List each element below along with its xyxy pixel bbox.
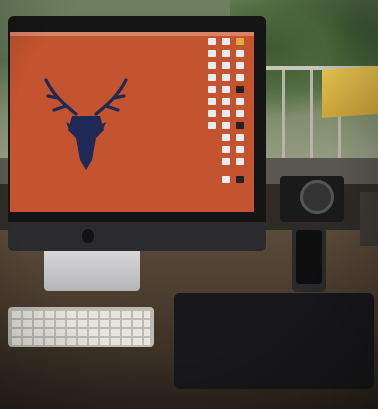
desktop-file-icon[interactable] [222, 86, 230, 93]
desktop-file-icon[interactable] [236, 134, 244, 141]
apple-logo-icon [82, 229, 94, 243]
desktop-file-icon[interactable] [208, 62, 216, 69]
desktop-file-icon[interactable] [222, 176, 230, 183]
desktop-file-icon[interactable] [236, 86, 244, 93]
phone [296, 230, 322, 284]
desktop-file-icon[interactable] [208, 74, 216, 81]
desktop-file-icon[interactable] [236, 74, 244, 81]
desktop-file-icon[interactable] [236, 38, 244, 45]
desktop-file-icon[interactable] [236, 146, 244, 153]
desktop-file-icon[interactable] [236, 176, 244, 183]
railing-post [310, 70, 313, 160]
desktop-file-icon[interactable] [236, 158, 244, 165]
desktop-file-icon[interactable] [222, 158, 230, 165]
desktop-file-icon[interactable] [236, 62, 244, 69]
desk-pad [174, 293, 374, 389]
desktop-file-icon[interactable] [208, 50, 216, 57]
desktop-file-icon[interactable] [222, 74, 230, 81]
desktop-file-icon[interactable] [222, 62, 230, 69]
desktop-file-icon[interactable] [222, 122, 230, 129]
key-row [12, 311, 150, 318]
desktop-file-icon[interactable] [208, 98, 216, 105]
desktop-file-icon[interactable] [222, 146, 230, 153]
railing-post [282, 70, 285, 160]
desktop-file-icon[interactable] [236, 50, 244, 57]
desktop-icon-grid [206, 36, 252, 206]
desktop-file-icon[interactable] [222, 98, 230, 105]
desktop-file-icon[interactable] [208, 38, 216, 45]
key-row [12, 329, 150, 336]
key-row [12, 338, 150, 345]
camera-lens [300, 180, 334, 214]
desktop-file-icon[interactable] [208, 122, 216, 129]
desktop-file-icon[interactable] [222, 110, 230, 117]
desktop-file-icon[interactable] [208, 110, 216, 117]
desktop-file-icon[interactable] [208, 86, 216, 93]
desktop-file-icon[interactable] [222, 134, 230, 141]
key-row [12, 320, 150, 327]
desktop-file-icon[interactable] [222, 38, 230, 45]
speaker [360, 192, 378, 246]
desktop-file-icon[interactable] [236, 98, 244, 105]
photo-scene [0, 0, 378, 409]
imac-stand [44, 251, 140, 291]
imac-chin [8, 222, 266, 251]
keyboard [8, 307, 154, 347]
desktop-file-icon[interactable] [236, 122, 244, 129]
desktop-file-icon[interactable] [236, 110, 244, 117]
deer-logo-icon [44, 78, 128, 170]
desktop-file-icon[interactable] [222, 50, 230, 57]
yellow-awning [322, 66, 378, 118]
